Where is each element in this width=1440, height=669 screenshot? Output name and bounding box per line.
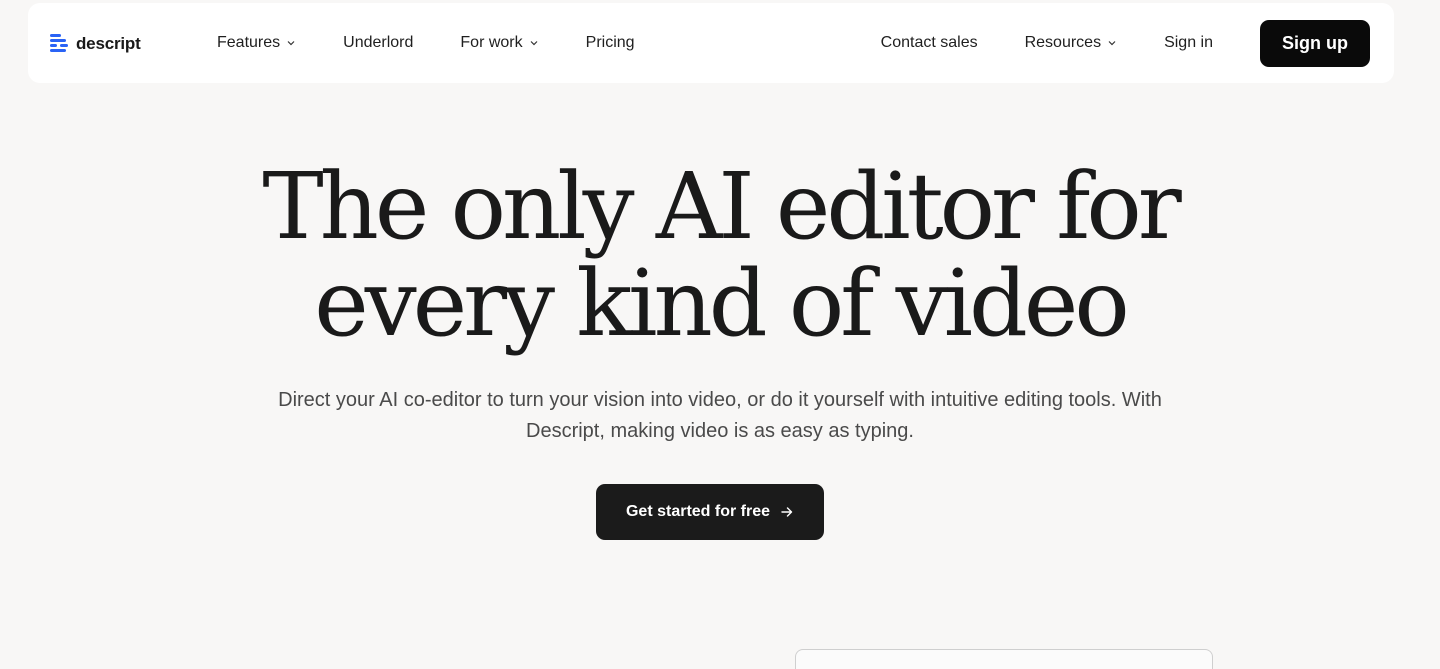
nav-features-label: Features — [217, 34, 281, 51]
nav-pricing-label: Pricing — [585, 34, 635, 51]
descript-logo[interactable]: descript — [50, 33, 141, 55]
arrow-right-icon — [781, 507, 793, 517]
nav-contact-sales-label: Contact sales — [880, 34, 978, 51]
nav-resources-label: Resources — [1024, 34, 1102, 51]
get-started-label: Get started for free — [625, 503, 771, 520]
nav-sign-in-label: Sign in — [1164, 34, 1213, 51]
product-preview-frame — [795, 649, 1213, 669]
hero-title-line-1: The only AI editor for — [262, 153, 1181, 260]
nav-pricing[interactable]: Pricing — [586, 34, 635, 52]
chevron-down-icon — [530, 41, 538, 46]
nav-for-work[interactable]: For work — [460, 34, 538, 52]
nav-for-work-label: For work — [460, 34, 523, 51]
primary-nav: Features Underlord For work Pricing — [217, 3, 635, 83]
brand-name: descript — [76, 34, 141, 53]
nav-sign-in[interactable]: Sign in — [1164, 34, 1213, 52]
chevron-down-icon — [1108, 41, 1116, 46]
nav-underlord[interactable]: Underlord — [343, 34, 413, 52]
hero-title-line-2: every kind of video — [314, 250, 1129, 357]
chevron-down-icon — [287, 41, 295, 46]
nav-resources[interactable]: Resources — [1025, 34, 1117, 52]
get-started-button[interactable]: Get started for free — [596, 484, 824, 540]
descript-logo-icon — [50, 33, 70, 55]
nav-underlord-label: Underlord — [343, 34, 414, 51]
nav-contact-sales[interactable]: Contact sales — [881, 34, 978, 52]
top-navbar: descript Features Underlord For work Pri… — [28, 3, 1394, 83]
hero-title: The only AI editor for every kind of vid… — [0, 158, 1440, 352]
nav-features[interactable]: Features — [217, 34, 296, 52]
sign-up-button[interactable]: Sign up — [1260, 19, 1370, 67]
secondary-nav: Contact sales Resources Sign in Sign up — [881, 3, 1370, 83]
hero-subtitle: Direct your AI co-editor to turn your vi… — [278, 389, 1162, 442]
